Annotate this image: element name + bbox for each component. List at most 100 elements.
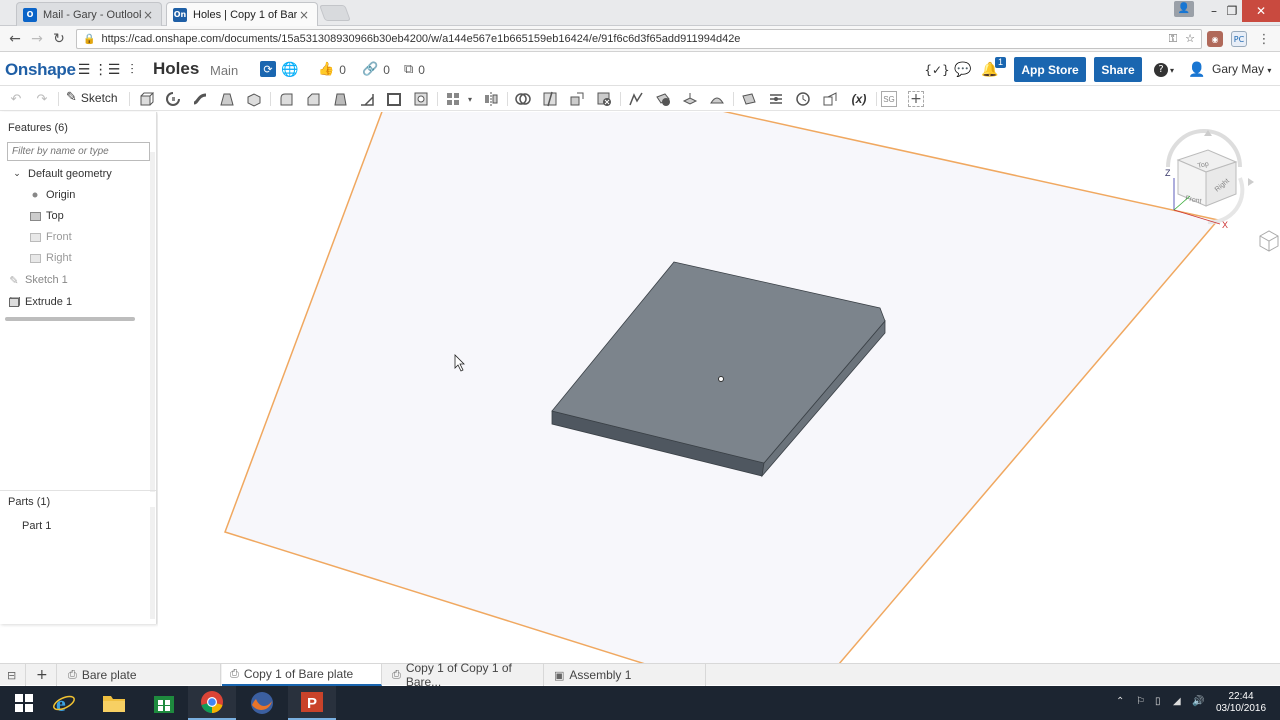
url-field[interactable]: 🔒 https://cad.onshape.com/documents/15a5… [76,29,1202,49]
tab-copy-1-of-copy-1[interactable]: ⎙ Copy 1 of Copy 1 of Bare... [384,661,544,689]
feature-top-plane[interactable]: Top [29,210,64,222]
3d-fit-spline-icon[interactable] [822,91,838,107]
feature-filter-input[interactable] [7,142,150,161]
feature-origin[interactable]: Origin [29,189,75,201]
origin-marker[interactable] [718,376,724,382]
draft-icon[interactable] [332,91,348,107]
undo-icon[interactable]: ↶ [8,91,24,107]
browser-menu-icon[interactable]: ⋮ [1256,31,1272,47]
bookmark-star-icon[interactable]: ☆ [1185,32,1195,46]
part-list-item[interactable]: Part 1 [22,520,51,532]
replace-face-icon[interactable] [709,91,725,107]
feature-list-scrollbar[interactable] [150,152,155,492]
likes-count[interactable]: 👍 0 [318,62,346,77]
branch-name[interactable]: Main [210,63,238,78]
boolean-icon[interactable] [515,91,531,107]
tray-tablet-icon[interactable]: ▯ [1155,696,1161,707]
feature-front-plane[interactable]: Front [29,231,72,243]
tray-flag-icon[interactable]: ⚐ [1136,696,1145,707]
close-window-button[interactable]: ✕ [1242,0,1280,22]
feature-sketch-1[interactable]: ✎ Sketch 1 [8,274,67,287]
browser-tab-outlook[interactable]: O Mail - Gary - Outlook × [16,2,162,26]
panel-divider[interactable] [0,490,156,491]
plane-icon[interactable] [741,91,757,107]
maximize-button[interactable]: ❐ [1222,0,1242,22]
links-count[interactable]: 🔗 0 [362,62,390,77]
internet-explorer-icon[interactable]: e [40,686,88,720]
move-face-icon[interactable] [682,91,698,107]
loft-icon[interactable] [219,91,235,107]
variable-icon[interactable]: (x) [848,91,870,107]
mirror-icon[interactable] [483,91,499,107]
chevron-down-icon[interactable]: ⌄ [11,169,23,179]
tab-bare-plate[interactable]: ⎙ Bare plate [60,664,221,686]
user-menu[interactable]: Gary May ▾ [1212,62,1271,76]
browser-profile-icon[interactable]: 👤 [1174,1,1194,17]
mate-connector-icon[interactable] [768,91,784,107]
reload-icon[interactable]: ↻ [49,29,69,49]
tray-volume-icon[interactable]: 🔊 [1192,696,1204,707]
revolve-icon[interactable] [165,91,181,107]
copies-count[interactable]: ⧉ 0 [404,62,425,77]
store-icon[interactable] [140,686,188,720]
app-store-button[interactable]: App Store [1014,57,1086,82]
properties-icon[interactable]: ⫶ [123,61,141,79]
firefox-icon[interactable] [238,686,286,720]
pattern-dropdown-icon[interactable]: ▾ [465,91,475,107]
tray-network-icon[interactable]: ◢ [1173,696,1181,707]
public-globe-icon[interactable]: 🌐 [281,61,299,79]
modify-fillet-icon[interactable] [628,91,644,107]
rib-icon[interactable] [359,91,375,107]
taskbar-clock[interactable]: 22:44 03/10/2016 [1208,691,1274,715]
fillet-icon[interactable] [278,91,294,107]
split-icon[interactable] [542,91,558,107]
tab-copy-1-of-bare-plate[interactable]: ⎙ Copy 1 of Bare plate [222,664,382,686]
transform-icon[interactable] [569,91,585,107]
feature-extrude-1[interactable]: Extrude 1 [8,296,72,308]
view-options-cube-icon[interactable] [1259,230,1279,252]
pattern-icon[interactable] [445,91,461,107]
key-icon[interactable]: ⚿ [1169,32,1177,46]
shell-icon[interactable] [386,91,402,107]
feature-right-plane[interactable]: Right [29,252,72,264]
feature-default-geometry[interactable]: ⌄ Default geometry [11,168,112,180]
sheet-metal-icon[interactable]: SG [881,91,897,107]
sweep-icon[interactable] [192,91,208,107]
forward-icon[interactable]: → [27,29,47,49]
graphics-viewport[interactable]: Top Front Right Z X [158,112,1280,663]
chamfer-icon[interactable] [305,91,321,107]
tab-manager-icon[interactable]: ⊟ [0,664,26,686]
back-icon[interactable]: ← [5,29,25,49]
chrome-icon[interactable] [188,686,236,720]
variable-check-icon[interactable]: {✓} [924,61,949,79]
delete-face-icon[interactable] [655,91,671,107]
powerpoint-icon[interactable]: P [288,686,336,720]
onshape-logo[interactable]: Onshape [5,60,76,80]
versions-icon[interactable]: ⟳ [260,61,276,77]
parts-list-scrollbar[interactable] [150,507,155,619]
instagram-extension-icon[interactable]: ◉ [1207,31,1223,47]
redo-icon[interactable]: ↷ [34,91,50,107]
tray-chevron-icon[interactable]: ⌃ [1116,696,1124,707]
help-menu-icon[interactable]: ? ▾ [1151,61,1177,79]
document-title[interactable]: Holes [153,59,199,79]
notifications-bell-icon[interactable]: 🔔 1 [981,57,1006,79]
helix-icon[interactable] [795,91,811,107]
feature-list-hscrollbar[interactable] [5,317,135,321]
extrude-icon[interactable] [138,91,154,107]
menu-icon[interactable]: ☰ [75,61,93,79]
pc-extension-icon[interactable]: PC [1231,31,1247,47]
tree-list-icon[interactable]: ⋮☰ [94,61,121,79]
close-tab-icon[interactable]: × [141,8,155,22]
new-tab-button[interactable] [319,5,351,21]
comments-icon[interactable]: 💬 [954,61,972,79]
browser-tab-onshape[interactable]: On Holes | Copy 1 of Bare pl × [166,2,318,26]
file-explorer-icon[interactable] [90,686,138,720]
user-avatar-icon[interactable]: 👤 [1188,61,1206,79]
sketch-button[interactable]: ✎ Sketch [66,90,118,105]
delete-part-icon[interactable] [596,91,612,107]
add-custom-feature-icon[interactable]: + [908,91,924,107]
tab-assembly-1[interactable]: ▣ Assembly 1 [546,664,706,686]
add-element-icon[interactable]: + [27,664,57,686]
thicken-icon[interactable] [246,91,262,107]
